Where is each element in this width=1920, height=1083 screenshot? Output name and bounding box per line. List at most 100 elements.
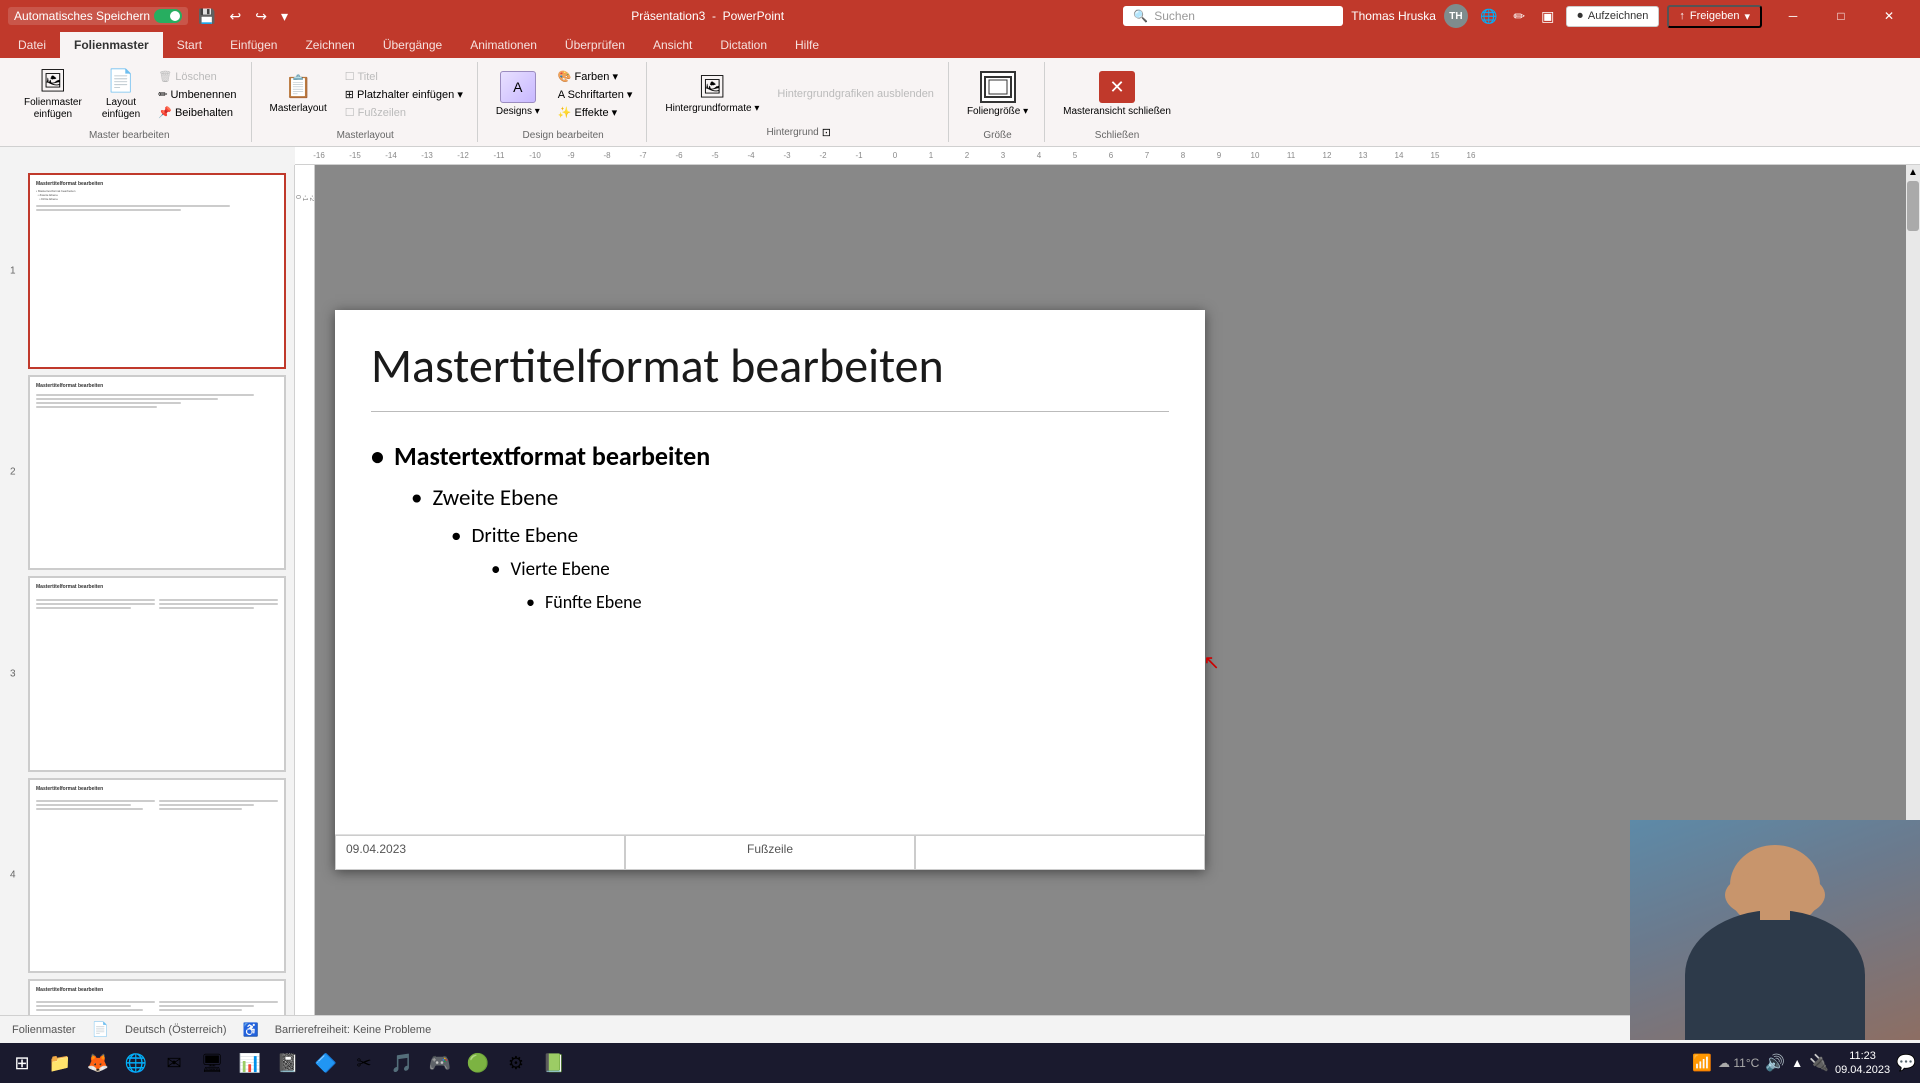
hintergrundformate-button[interactable]: 🖼 Hintergrundformate ▾ xyxy=(657,70,767,119)
tab-ansicht[interactable]: Ansicht xyxy=(639,32,706,58)
taskbar-app-rdp[interactable]: 🖥 xyxy=(194,1045,230,1081)
titel-button[interactable]: ☐ Titel xyxy=(339,68,469,85)
tab-hilfe[interactable]: Hilfe xyxy=(781,32,833,58)
taskbar-app-game[interactable]: 🎮 xyxy=(422,1045,458,1081)
footer-right[interactable] xyxy=(915,835,1205,870)
effekte-button[interactable]: ✨ Effekte ▾ xyxy=(552,104,639,121)
folienmaster-einfuegen-button[interactable]: 🖼 Folienmastereinfügen xyxy=(16,64,90,125)
hintergrund-expand-icon[interactable]: ⊡ xyxy=(822,126,831,139)
taskbar-app-scissors[interactable]: ✂ xyxy=(346,1045,382,1081)
designs-label: Designs ▾ xyxy=(496,106,540,118)
schriftarten-button[interactable]: A Schriftarten ▾ xyxy=(552,86,639,103)
freigeben-button[interactable]: ↑ Freigeben ▾ xyxy=(1667,5,1762,28)
ruler-mark-neg9: -9 xyxy=(553,151,589,160)
taskbar-app-excel[interactable]: 📗 xyxy=(536,1045,572,1081)
bullet-5[interactable]: • Fünfte Ebene xyxy=(526,591,1169,613)
group-label-masterlayout: Masterlayout xyxy=(337,127,394,142)
ruler-mark-neg1: -1 xyxy=(841,151,877,160)
bullet-3[interactable]: • Dritte Ebene xyxy=(451,522,1169,548)
taskbar-app-green[interactable]: 🟢 xyxy=(460,1045,496,1081)
tab-folienmaster[interactable]: Folienmaster xyxy=(60,32,163,58)
foliengroesse-icon xyxy=(980,71,1016,103)
bullet-text-3[interactable]: Dritte Ebene xyxy=(471,522,578,548)
ruler-mark-12: 12 xyxy=(1309,151,1345,160)
bullet-4[interactable]: • Vierte Ebene xyxy=(491,558,1169,581)
taskbar-volume-icon[interactable]: 🔊 xyxy=(1765,1053,1785,1073)
pen-icon[interactable]: ✏ xyxy=(1509,6,1529,27)
save-icon[interactable]: 💾 xyxy=(194,6,219,27)
tab-ueberprufen[interactable]: Überprüfen xyxy=(551,32,639,58)
schliessen-btns: ✕ Masteransicht schließen xyxy=(1055,62,1179,127)
designs-button[interactable]: A Designs ▾ xyxy=(488,67,548,122)
slide-title[interactable]: Mastertitelformat bearbeiten xyxy=(371,340,1169,393)
slide-thumb-1[interactable]: 1 Mastertitelformat bearbeiten • Mastert… xyxy=(28,173,286,369)
autosave-toggle[interactable]: Automatisches Speichern xyxy=(8,7,188,25)
bullet-text-5[interactable]: Fünfte Ebene xyxy=(545,591,642,613)
slide-thumb-4[interactable]: 4 Mastertitelformat bearbeiten xyxy=(28,778,286,974)
bullet-dot-3: • xyxy=(451,522,461,548)
layout-einfuegen-button[interactable]: 📄 Layouteinfügen xyxy=(94,64,148,125)
bullet-1[interactable]: • Mastertextformat bearbeiten xyxy=(371,440,1169,472)
taskbar-app-firefox[interactable]: 🦊 xyxy=(80,1045,116,1081)
taskbar-app-powerpoint[interactable]: 📊 xyxy=(232,1045,268,1081)
minimize-button[interactable]: ─ xyxy=(1770,0,1816,32)
scroll-thumb[interactable] xyxy=(1907,181,1919,231)
foliengroesse-button[interactable]: Foliengröße ▾ xyxy=(959,67,1036,122)
redo-icon[interactable]: ↪ xyxy=(251,6,271,27)
close-button[interactable]: ✕ xyxy=(1866,0,1912,32)
taskbar-app-blue1[interactable]: 🔷 xyxy=(308,1045,344,1081)
bullet-text-2[interactable]: Zweite Ebene xyxy=(432,484,558,512)
platzhalter-button[interactable]: ⊞ Platzhalter einfügen ▾ xyxy=(339,86,469,103)
slide-thumb-3[interactable]: 3 Mastertitelformat bearbeiten xyxy=(28,576,286,772)
windows-start-button[interactable]: ⊞ xyxy=(4,1045,40,1081)
tab-datei[interactable]: Datei xyxy=(4,32,60,58)
taskbar-app-settings[interactable]: ⚙ xyxy=(498,1045,534,1081)
masterlayout-button[interactable]: 📋 Masterlayout xyxy=(262,70,335,119)
taskbar-notification-icon[interactable]: 💬 xyxy=(1896,1053,1916,1073)
tab-animationen[interactable]: Animationen xyxy=(456,32,551,58)
maximize-button[interactable]: □ xyxy=(1818,0,1864,32)
taskbar-app-outlook[interactable]: ✉ xyxy=(156,1045,192,1081)
slide-content[interactable]: • Mastertextformat bearbeiten • Zweite E… xyxy=(371,430,1169,633)
taskbar-app-chrome[interactable]: 🌐 xyxy=(118,1045,154,1081)
undo-icon[interactable]: ↩ xyxy=(226,6,246,27)
slide-thumb-5[interactable]: 5 Mastertitelformat bearbeiten xyxy=(28,979,286,1015)
globe-icon[interactable]: 🌐 xyxy=(1476,6,1501,27)
umbenennen-button[interactable]: ✏ Umbenennen xyxy=(152,86,242,103)
tab-start[interactable]: Start xyxy=(163,32,216,58)
aufzeichnen-button[interactable]: ⏺ Aufzeichnen xyxy=(1566,6,1659,27)
more-icon[interactable]: ▾ xyxy=(277,6,292,27)
tab-uebergaenge[interactable]: Übergänge xyxy=(369,32,456,58)
farben-button[interactable]: 🎨 Farben ▾ xyxy=(552,68,639,85)
search-box[interactable]: 🔍 Suchen xyxy=(1123,6,1343,26)
masteransicht-schliessen-button[interactable]: ✕ Masteransicht schließen xyxy=(1055,67,1179,122)
grafiken-button[interactable]: Hintergrundgrafiken ausblenden xyxy=(771,86,940,102)
bullet-text-1[interactable]: Mastertextformat bearbeiten xyxy=(394,440,710,472)
fusszeilen-button[interactable]: ☐ Fußzeilen xyxy=(339,104,469,121)
tab-dictation[interactable]: Dictation xyxy=(706,32,781,58)
loeschen-button[interactable]: 🗑 Löschen xyxy=(152,68,242,85)
taskbar-usb-icon[interactable]: 🔌 xyxy=(1809,1053,1829,1073)
taskbar-arrow-icon[interactable]: ▲ xyxy=(1791,1056,1803,1070)
slide-thumb-content-2: Mastertitelformat bearbeiten xyxy=(32,379,282,567)
footer-date[interactable]: 09.04.2023 xyxy=(335,835,625,870)
beibehalten-button[interactable]: 📌 Beibehalten xyxy=(152,104,242,121)
taskbar-app-onenote[interactable]: 📓 xyxy=(270,1045,306,1081)
taskbar-app-audio[interactable]: 🎵 xyxy=(384,1045,420,1081)
masterlayout-icon: 📋 xyxy=(284,74,311,100)
taskbar-network-icon[interactable]: 📶 xyxy=(1692,1053,1712,1073)
tab-zeichnen[interactable]: Zeichnen xyxy=(291,32,368,58)
tab-einfuegen[interactable]: Einfügen xyxy=(216,32,291,58)
present-icon[interactable]: ▣ xyxy=(1537,6,1558,27)
slide-thumb-2[interactable]: 2 Mastertitelformat bearbeiten xyxy=(28,375,286,571)
ruler-mark-neg15: -15 xyxy=(337,151,373,160)
slide-canvas[interactable]: Mastertitelformat bearbeiten • Mastertex… xyxy=(335,310,1205,870)
slide-title-area[interactable]: Mastertitelformat bearbeiten xyxy=(371,340,1169,412)
autosave-pill[interactable] xyxy=(154,9,182,23)
taskbar-app-explorer[interactable]: 📁 xyxy=(42,1045,78,1081)
language-label: Deutsch (Österreich) xyxy=(125,1024,226,1036)
scroll-up-btn[interactable]: ▲ xyxy=(1906,165,1920,179)
bullet-2[interactable]: • Zweite Ebene xyxy=(411,484,1169,512)
bullet-text-4[interactable]: Vierte Ebene xyxy=(510,558,609,581)
footer-center[interactable]: Fußzeile xyxy=(625,835,915,870)
